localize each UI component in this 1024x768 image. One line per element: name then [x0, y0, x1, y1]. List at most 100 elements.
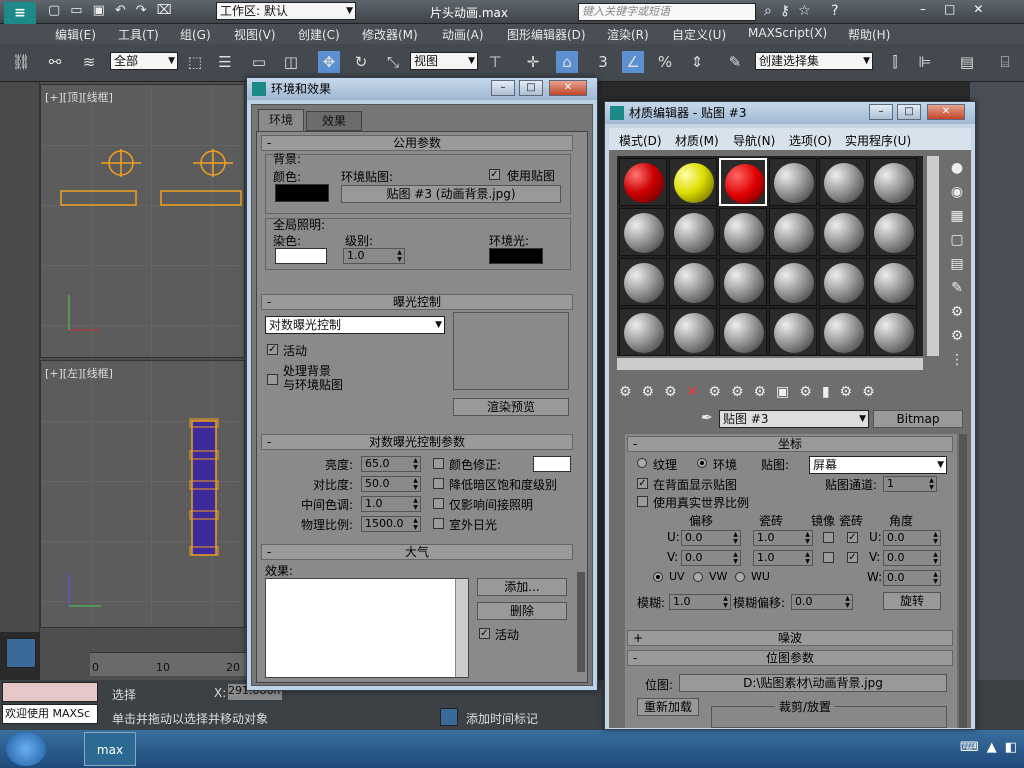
exterior-daylight-checkbox[interactable] — [433, 518, 444, 529]
snap-toggle-icon[interactable]: 3 — [592, 51, 614, 73]
angle-snap-icon[interactable]: ∠ — [622, 51, 644, 73]
scale-icon[interactable]: ⤡ — [382, 51, 404, 73]
process-bg-checkbox[interactable] — [267, 374, 278, 385]
menu-animation[interactable]: 动画(A) — [442, 26, 484, 43]
use-map-checkbox[interactable]: ✓ — [489, 169, 500, 180]
ref-coord-dropdown[interactable]: 视图 ▼ — [410, 52, 478, 70]
bottom-tools[interactable]: ⚙⚙⚙✕⚙⚙⚙▣⚙▮⚙⚙ — [619, 384, 949, 404]
texture-radio[interactable] — [637, 458, 647, 468]
u-mirror-checkbox[interactable] — [823, 532, 834, 543]
brightness-spinner[interactable]: 65.0 ▲ ▼ — [361, 456, 421, 472]
coords-header[interactable]: - 坐标 — [627, 436, 953, 452]
sample-slot[interactable] — [769, 208, 817, 256]
top-viewport[interactable]: [+][顶][线框] — [40, 84, 245, 358]
reload-button[interactable]: 重新加载 — [637, 698, 699, 716]
spinner-snap-icon[interactable]: ⇕ — [686, 51, 708, 73]
menu-graph-editors[interactable]: 图形编辑器(D) — [507, 26, 586, 43]
rotate-icon[interactable]: ↻ — [350, 51, 372, 73]
edit-named-sel-icon[interactable]: ✎ — [724, 51, 746, 73]
rect-select-icon[interactable]: ▭ — [248, 51, 270, 73]
add-effect-button[interactable]: 添加... — [477, 578, 567, 596]
render-setup-icon[interactable]: ⌸ — [994, 51, 1016, 73]
selection-filter-dropdown[interactable]: 全部 ▼ — [110, 52, 178, 70]
menu-modifiers[interactable]: 修改器(M) — [362, 26, 418, 43]
menu-tools[interactable]: 工具(T) — [118, 26, 159, 43]
percent-snap-icon[interactable]: % — [654, 51, 676, 73]
link-icon[interactable]: ⛓ — [10, 51, 32, 73]
sample-slot[interactable] — [819, 158, 867, 206]
midtones-spinner[interactable]: 1.0 ▲ ▼ — [361, 496, 421, 512]
env-maximize-button[interactable]: □ — [519, 80, 543, 96]
side-tools[interactable]: ● ◉ ▦ ▢ ▤ ✎ ⚙ ⚙ ⋮ — [947, 156, 967, 376]
sample-slot[interactable] — [719, 258, 767, 306]
tab-environment[interactable]: 环境 — [258, 109, 304, 131]
contrast-spinner[interactable]: 50.0 ▲ ▼ — [361, 476, 421, 492]
start-button[interactable] — [6, 732, 46, 766]
sample-slot[interactable] — [869, 208, 917, 256]
sample-slot[interactable] — [669, 308, 717, 356]
env-close-button[interactable]: ✕ — [549, 80, 587, 96]
ambient-color-swatch[interactable] — [489, 248, 543, 264]
select-object-icon[interactable]: ⬚ — [184, 51, 206, 73]
quick-access-icons[interactable]: ▢▭▣↶↷⌧ — [48, 3, 182, 18]
w-angle-spinner[interactable]: 0.0 ▲ ▼ — [883, 570, 941, 586]
v-offset-spinner[interactable]: 0.0 ▲ ▼ — [681, 550, 741, 566]
named-selection-dropdown[interactable]: 创建选择集 ▼ — [755, 52, 873, 70]
sample-slot[interactable] — [619, 258, 667, 306]
sample-slot-active[interactable] — [719, 158, 767, 206]
mat-menu-options[interactable]: 选项(O) — [789, 132, 832, 149]
menu-edit[interactable]: 编辑(E) — [55, 26, 96, 43]
tint-color-swatch[interactable] — [275, 248, 327, 264]
sample-slot[interactable] — [769, 308, 817, 356]
window-controls[interactable]: –□✕ — [920, 2, 1001, 16]
search-input[interactable]: 键入关键字或短语 — [578, 3, 756, 21]
color-correction-checkbox[interactable] — [433, 458, 444, 469]
keyboard-shortcut-icon[interactable]: ⌂ — [556, 51, 578, 73]
sample-slot[interactable] — [669, 258, 717, 306]
manipulate-icon[interactable]: ✛ — [522, 51, 544, 73]
blur-spinner[interactable]: 1.0 ▲ ▼ — [669, 594, 731, 610]
u-tiling-spinner[interactable]: 1.0 ▲ ▼ — [753, 530, 813, 546]
mat-menu-utilities[interactable]: 实用程序(U) — [845, 132, 911, 149]
v-tiling-spinner[interactable]: 1.0 ▲ ▼ — [753, 550, 813, 566]
sample-slot[interactable] — [619, 158, 667, 206]
sample-slot[interactable] — [819, 308, 867, 356]
effects-list-scrollbar[interactable] — [455, 579, 468, 677]
slots-hscrollbar[interactable] — [617, 358, 923, 370]
add-time-tag-icon[interactable] — [440, 708, 458, 726]
mat-minimize-button[interactable]: – — [869, 104, 893, 120]
viewport-layout-icon[interactable] — [6, 638, 36, 668]
map-type-button[interactable]: Bitmap — [873, 410, 963, 428]
taskbar-3dsmax-icon[interactable]: max — [84, 732, 136, 766]
atmos-active-checkbox[interactable]: ✓ — [479, 628, 490, 639]
mat-menu-mode[interactable]: 模式(D) — [619, 132, 662, 149]
sample-slot[interactable] — [869, 158, 917, 206]
noise-header[interactable]: + 噪波 — [627, 630, 953, 646]
blur-offset-spinner[interactable]: 0.0 ▲ ▼ — [791, 594, 853, 610]
sample-slot[interactable] — [869, 308, 917, 356]
show-back-checkbox[interactable]: ✓ — [637, 478, 648, 489]
mapping-dropdown[interactable]: 屏幕 ▼ — [809, 456, 947, 474]
sample-slot[interactable] — [619, 308, 667, 356]
log-exposure-header[interactable]: - 对数曝光控制参数 — [261, 434, 573, 450]
sample-slot[interactable] — [669, 208, 717, 256]
map-name-field[interactable]: 贴图 #3 ▼ — [719, 410, 869, 428]
v-mirror-checkbox[interactable] — [823, 552, 834, 563]
menu-group[interactable]: 组(G) — [180, 26, 211, 43]
physical-scale-spinner[interactable]: 1500.0 ▲ ▼ — [361, 516, 421, 532]
u-tile-checkbox[interactable]: ✓ — [847, 532, 858, 543]
sample-slot[interactable] — [769, 158, 817, 206]
sample-slot[interactable] — [819, 208, 867, 256]
rotate-button[interactable]: 旋转 — [883, 592, 941, 610]
unlink-icon[interactable]: ⚯ — [44, 51, 66, 73]
sample-slot[interactable] — [869, 258, 917, 306]
u-offset-spinner[interactable]: 0.0 ▲ ▼ — [681, 530, 741, 546]
maxscript-listener[interactable] — [2, 682, 98, 702]
menu-help[interactable]: 帮助(H) — [848, 26, 890, 43]
real-world-checkbox[interactable] — [637, 496, 648, 507]
level-spinner[interactable]: 1.0 ▲ ▼ — [343, 248, 405, 264]
timeline-track[interactable]: 0 10 20 — [90, 652, 250, 676]
bitmap-path-button[interactable]: D:\贴图素材\动画背景.jpg — [679, 674, 947, 692]
app-logo-icon[interactable]: ≡ — [4, 2, 36, 24]
u-angle-spinner[interactable]: 0.0 ▲ ▼ — [883, 530, 941, 546]
